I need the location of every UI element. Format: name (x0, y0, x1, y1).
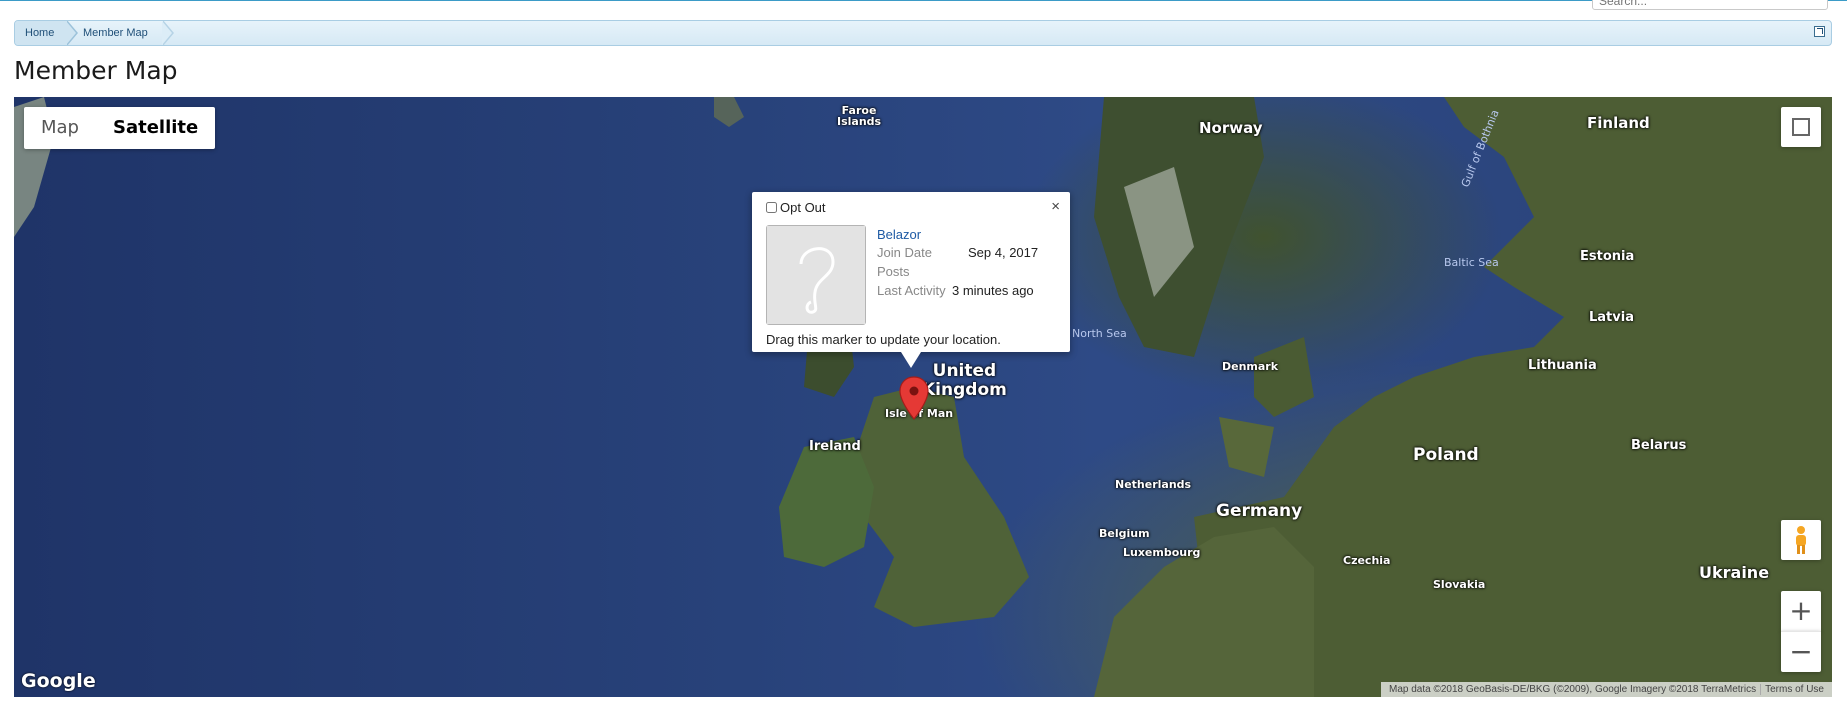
map-label-czechia: Czechia (1343, 554, 1391, 567)
member-name-link[interactable]: Belazor (877, 227, 921, 242)
minus-icon: − (1789, 635, 1813, 668)
posts-label: Posts (877, 264, 910, 279)
map-label-finland: Finland (1587, 114, 1650, 132)
map-label-united-kingdom: United Kingdom (922, 361, 1007, 400)
search-input[interactable] (1592, 0, 1828, 10)
map-label-slovakia: Slovakia (1433, 578, 1486, 591)
satellite-view-button[interactable]: Satellite (96, 107, 215, 149)
breadcrumb: Home Member Map (14, 20, 1832, 46)
breadcrumb-separator (162, 21, 174, 45)
plus-icon: + (1789, 594, 1813, 627)
location-marker-icon[interactable] (898, 376, 930, 420)
map-label-ireland: Ireland (809, 439, 861, 454)
map-canvas[interactable]: Map Satellite Faroe Islands Norway Finla… (14, 97, 1832, 697)
map-label-norway: Norway (1199, 119, 1263, 137)
breadcrumb-home[interactable]: Home (15, 21, 67, 45)
close-icon[interactable]: × (1051, 198, 1060, 215)
google-logo: Google (21, 670, 96, 692)
expand-icon[interactable] (1814, 26, 1825, 37)
drag-marker-note: Drag this marker to update your location… (766, 332, 1001, 347)
avatar (766, 225, 866, 325)
map-label-belgium: Belgium (1099, 527, 1150, 540)
terms-of-use-link[interactable]: Terms of Use (1760, 684, 1828, 695)
attribution-text: Map data ©2018 GeoBasis-DE/BKG (©2009), … (1389, 684, 1757, 695)
map-label-estonia: Estonia (1580, 249, 1635, 264)
map-label-latvia: Latvia (1589, 310, 1634, 325)
info-window-pointer (901, 352, 921, 368)
map-label-north-sea: North Sea (1072, 327, 1127, 340)
map-type-control: Map Satellite (24, 107, 216, 149)
unknown-avatar-icon (767, 226, 865, 324)
street-view-button[interactable] (1781, 520, 1821, 560)
top-accent-line (0, 0, 1847, 1)
map-label-belarus: Belarus (1631, 438, 1687, 453)
zoom-in-button[interactable]: + (1781, 591, 1821, 631)
map-attribution: Map data ©2018 GeoBasis-DE/BKG (©2009), … (1381, 682, 1832, 697)
join-date-label: Join Date (877, 245, 932, 260)
map-label-luxembourg: Luxembourg (1123, 546, 1201, 559)
last-activity-value: 3 minutes ago (952, 283, 1034, 298)
opt-out-checkbox-label[interactable]: Opt Out (766, 200, 826, 215)
map-label-lithuania: Lithuania (1528, 358, 1597, 373)
map-label-ukraine: Ukraine (1699, 563, 1770, 582)
map-label-poland: Poland (1413, 445, 1479, 465)
map-label-baltic-sea: Baltic Sea (1444, 256, 1499, 269)
opt-out-label: Opt Out (780, 200, 826, 215)
map-label-faroe-islands: Faroe Islands (837, 104, 882, 128)
map-view-button[interactable]: Map (24, 107, 96, 149)
opt-out-checkbox[interactable] (766, 202, 777, 213)
fullscreen-button[interactable] (1781, 107, 1821, 147)
member-info-window: Opt Out × Belazor Join Date Sep 4, 2017 … (752, 192, 1070, 368)
zoom-out-button[interactable]: − (1781, 631, 1821, 672)
breadcrumb-member-map[interactable]: Member Map (73, 21, 173, 45)
map-label-netherlands: Netherlands (1115, 478, 1192, 491)
map-label-germany: Germany (1216, 501, 1303, 521)
join-date-value: Sep 4, 2017 (968, 245, 1039, 260)
map-label-denmark: Denmark (1222, 360, 1279, 373)
last-activity-label: Last Activity (877, 283, 946, 298)
page-title: Member Map (14, 56, 178, 85)
pegman-icon (1796, 526, 1806, 554)
